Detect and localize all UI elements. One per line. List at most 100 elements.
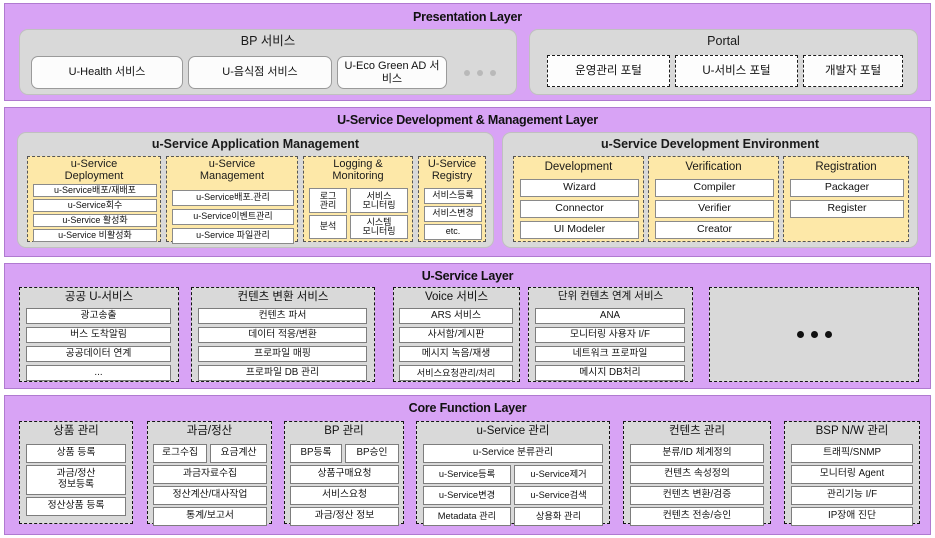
registry-item-etc[interactable]: etc. (424, 224, 482, 240)
portal-operations[interactable]: 운영관리 포털 (547, 55, 670, 87)
public-item-ad-broadcast[interactable]: 광고송출 (26, 308, 171, 324)
panel-title-deployment: u-Service Deployment (28, 158, 160, 182)
panel-title-registry-line1: U-Service (427, 158, 477, 170)
usm-item-register[interactable]: u-Service등록 (423, 465, 511, 484)
group-title-bp-management: BP 관리 (324, 425, 364, 437)
layer-core-function: Core Function Layer 상품 관리 상품 등록 과금/정산 정보등… (4, 395, 931, 535)
conversion-item-parser[interactable]: 컨텐츠 파서 (198, 308, 367, 324)
bp-item-register[interactable]: BP등록 (290, 444, 342, 463)
group-content-management: 컨텐츠 관리 분류/ID 체계정의 컨텐츠 속성정의 컨텐츠 변환/검증 컨텐츠… (623, 421, 771, 526)
public-item-open-data-link[interactable]: 공공데이터 연계 (26, 346, 171, 362)
panel-u-service-management: u-Service Management u-Service배포.관리 u-Se… (166, 156, 298, 244)
billing-item-statistics-report[interactable]: 통계/보고서 (153, 507, 267, 526)
registry-item-change[interactable]: 서비스변경 (424, 206, 482, 222)
group-title-billing-settlement: 과금/정산 (186, 425, 233, 437)
bsp-item-traffic-snmp[interactable]: 트래픽/SNMP (791, 444, 913, 463)
bsp-item-mgmt-function-if[interactable]: 관리기능 I/F (791, 486, 913, 505)
conversion-item-profile-mapping[interactable]: 프로파일 매핑 (198, 346, 367, 362)
group-bp-service: BP 서비스 U-Health 서비스 U-음식점 서비스 U-Eco Gree… (19, 29, 517, 95)
management-item-deploy-mgmt[interactable]: u-Service배포.관리 (172, 190, 294, 206)
group-title-app-management: u-Service Application Management (151, 137, 360, 151)
bsp-item-ip-fault-diagnosis[interactable]: IP장애 진단 (791, 507, 913, 526)
usm-item-search[interactable]: u-Service검색 (514, 486, 603, 505)
billing-item-data-collect[interactable]: 과금자료수집 (153, 465, 267, 484)
usm-item-remove[interactable]: u-Service제거 (514, 465, 603, 484)
registration-item-register[interactable]: Register (790, 200, 904, 218)
bp-item-billing-info[interactable]: 과금/정산 정보 (290, 507, 399, 526)
bp-item-approve[interactable]: BP승인 (345, 444, 399, 463)
content-item-transfer-approve[interactable]: 컨텐츠 전송/승인 (630, 507, 764, 526)
development-item-ui-modeler[interactable]: UI Modeler (520, 221, 639, 239)
portal-u-service[interactable]: U-서비스 포털 (675, 55, 798, 87)
group-title-content-conversion: 컨텐츠 변환 서비스 (237, 291, 329, 303)
layer-title-u-service: U-Service Layer (421, 269, 514, 283)
logging-item-log-mgmt[interactable]: 로그 관리 (309, 188, 347, 213)
bsp-item-monitoring-agent[interactable]: 모니터링 Agent (791, 465, 913, 484)
management-item-event-mgmt[interactable]: u-Service이벤트관리 (172, 209, 294, 225)
logging-item-system-monitoring[interactable]: 시스템 모니터링 (350, 215, 408, 239)
verification-item-compiler[interactable]: Compiler (655, 179, 774, 197)
group-portal: Portal 운영관리 포털 U-서비스 포털 개발자 포털 (529, 29, 918, 95)
deployment-item-recall[interactable]: u-Service회수 (33, 199, 157, 212)
deployment-item-deactivate[interactable]: u-Service 비활성화 (33, 229, 157, 242)
unit-item-ana[interactable]: ANA (535, 308, 685, 324)
group-more-services (709, 287, 919, 382)
registry-item-register[interactable]: 서비스등록 (424, 188, 482, 204)
verification-item-creator[interactable]: Creator (655, 221, 774, 239)
deployment-item-activate[interactable]: u-Service 활성화 (33, 214, 157, 227)
usm-item-change[interactable]: u-Service변경 (423, 486, 511, 505)
conversion-item-data-adapt[interactable]: 데이터 적응/변환 (198, 327, 367, 343)
product-item-settlement-register[interactable]: 정산상품 등록 (26, 497, 126, 516)
panel-development: Development Wizard Connector UI Modeler (513, 156, 644, 242)
portal-developer[interactable]: 개발자 포털 (803, 55, 903, 87)
development-item-connector[interactable]: Connector (520, 200, 639, 218)
usm-item-classification[interactable]: u-Service 분류관리 (423, 444, 603, 463)
product-item-billing-info[interactable]: 과금/정산 정보등록 (26, 465, 126, 495)
registration-item-packager[interactable]: Packager (790, 179, 904, 197)
service-u-eco-green-ad[interactable]: U-Eco Green AD 서비스 (337, 56, 447, 89)
layer-dev-management: U-Service Development & Management Layer… (4, 107, 931, 257)
more-services-dots (710, 288, 918, 381)
public-item-bus-arrival[interactable]: 버스 도착알림 (26, 327, 171, 343)
logging-item-service-monitoring[interactable]: 서비스 모니터링 (350, 188, 408, 213)
content-item-convert-verify[interactable]: 컨텐츠 변환/검증 (630, 486, 764, 505)
billing-item-log-collect[interactable]: 로그수집 (153, 444, 207, 463)
group-title-bsp-nw-management: BSP N/W 관리 (815, 425, 889, 437)
panel-verification: Verification Compiler Verifier Creator (648, 156, 779, 242)
group-title-unit-content-link: 단위 컨텐츠 연계 서비스 (557, 290, 664, 302)
service-u-health[interactable]: U-Health 서비스 (31, 56, 183, 89)
service-u-restaurant[interactable]: U-음식점 서비스 (188, 56, 332, 89)
content-item-attribute-def[interactable]: 컨텐츠 속성정의 (630, 465, 764, 484)
voice-item-ars[interactable]: ARS 서비스 (399, 308, 513, 324)
billing-item-settlement-calc[interactable]: 정산계산/대사작업 (153, 486, 267, 505)
group-product-management: 상품 관리 상품 등록 과금/정산 정보등록 정산상품 등록 (19, 421, 133, 524)
panel-title-registry-line2: Registry (431, 169, 473, 182)
verification-item-verifier[interactable]: Verifier (655, 200, 774, 218)
conversion-item-profile-db[interactable]: 프로파일 DB 관리 (198, 365, 367, 381)
voice-item-message-record[interactable]: 메시지 녹음/재생 (399, 346, 513, 362)
unit-item-message-db[interactable]: 메시지 DB처리 (535, 365, 685, 381)
bp-service-more-dots (452, 56, 508, 89)
management-item-file-mgmt[interactable]: u-Service 파일관리 (172, 228, 294, 244)
voice-item-mailbox-board[interactable]: 사서함/게시판 (399, 327, 513, 343)
group-app-management: u-Service Application Management u-Servi… (17, 132, 494, 248)
product-item-register[interactable]: 상품 등록 (26, 444, 126, 463)
panel-title-logging-line2: Monitoring (332, 169, 384, 182)
unit-item-monitoring-ui[interactable]: 모니터링 사용자 I/F (535, 327, 685, 343)
bp-item-purchase-request[interactable]: 상품구매요청 (290, 465, 399, 484)
group-title-dev-environment: u-Service Development Environment (600, 137, 820, 151)
usm-item-metadata[interactable]: Metadata 관리 (423, 507, 511, 526)
bp-item-service-request[interactable]: 서비스요청 (290, 486, 399, 505)
logging-item-analysis[interactable]: 분석 (309, 215, 347, 239)
voice-item-request-handling[interactable]: 서비스요청관리/처리 (399, 365, 513, 381)
group-title-content-management: 컨텐츠 관리 (668, 425, 726, 437)
deployment-item-redeploy[interactable]: u-Service배포/재배포 (33, 184, 157, 197)
billing-item-fee-calc[interactable]: 요금계산 (210, 444, 267, 463)
unit-item-network-profile[interactable]: 네트워크 프로파일 (535, 346, 685, 362)
public-item-more[interactable]: ... (26, 365, 171, 381)
content-item-id-scheme[interactable]: 분류/ID 체계정의 (630, 444, 764, 463)
panel-title-logging: Logging & Monitoring (304, 158, 412, 182)
usm-item-commercialization[interactable]: 상용화 관리 (514, 507, 603, 526)
development-item-wizard[interactable]: Wizard (520, 179, 639, 197)
panel-title-management: u-Service Management (167, 158, 297, 182)
